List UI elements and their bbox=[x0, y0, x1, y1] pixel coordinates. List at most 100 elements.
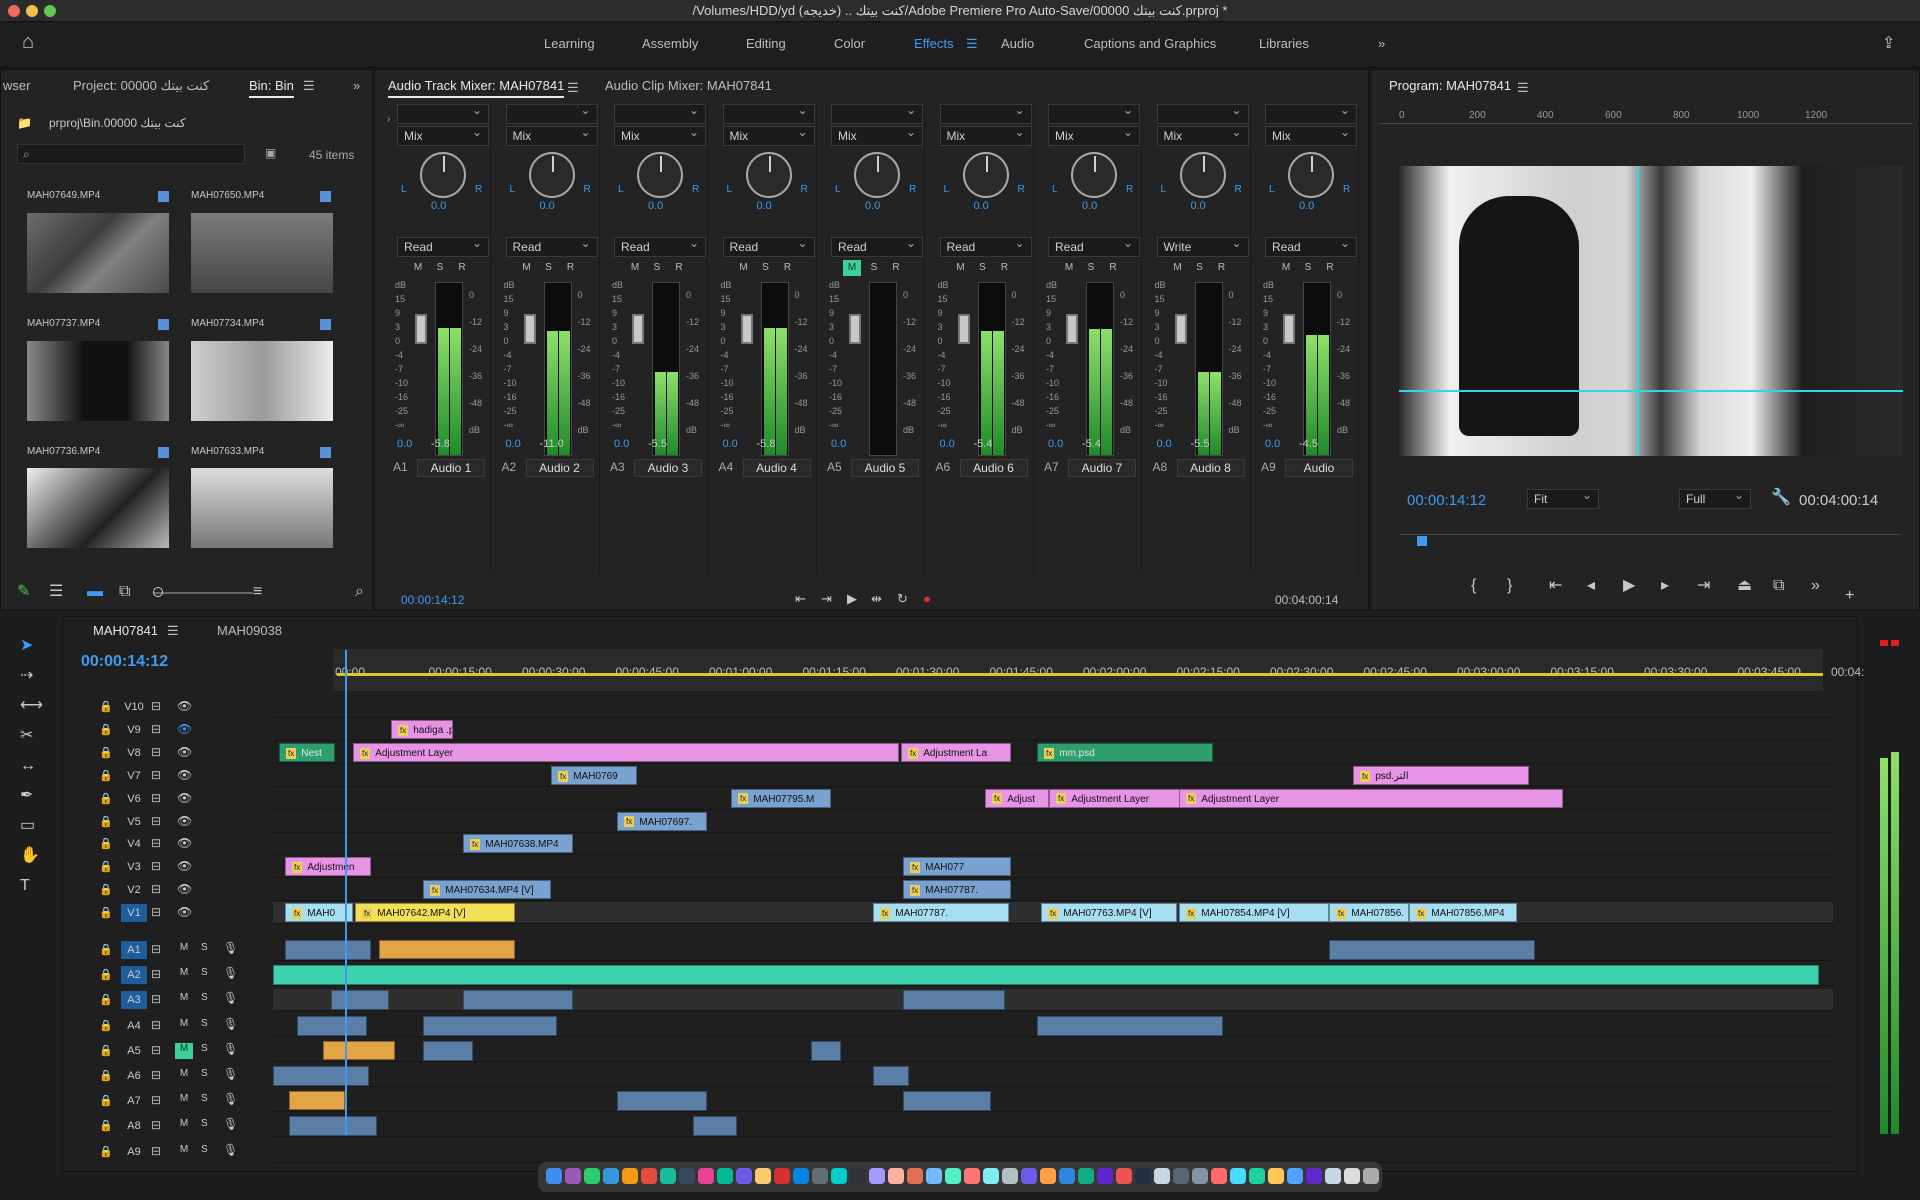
fit-dropdown[interactable]: Fit bbox=[1527, 488, 1599, 509]
solo-button[interactable]: S bbox=[201, 1093, 208, 1104]
solo-button[interactable]: S bbox=[201, 1118, 208, 1129]
loop-icon[interactable]: ↻ bbox=[897, 591, 908, 607]
mute-button[interactable]: M bbox=[518, 260, 536, 276]
solo-button[interactable]: S bbox=[1082, 260, 1100, 276]
pan-value[interactable]: 0.0 bbox=[1299, 200, 1314, 212]
timeline-timecode[interactable]: 00:00:14:12 bbox=[81, 653, 168, 671]
video-clip[interactable]: fx MAH0769 bbox=[551, 765, 637, 785]
mute-button[interactable]: M bbox=[175, 1118, 193, 1134]
tab-audio-track-mixer[interactable]: Audio Track Mixer: MAH07841 bbox=[388, 78, 565, 98]
solo-button[interactable]: S bbox=[201, 992, 208, 1003]
solo-button[interactable]: S bbox=[865, 260, 883, 276]
lock-icon[interactable]: 🔒 bbox=[99, 968, 113, 981]
eye-icon[interactable]: 👁 bbox=[177, 722, 192, 736]
panel-overflow-icon[interactable]: » bbox=[353, 78, 360, 93]
workspace-libraries[interactable]: Libraries bbox=[1259, 36, 1309, 51]
track-target[interactable]: A8 bbox=[121, 1117, 147, 1135]
pan-value[interactable]: 0.0 bbox=[757, 200, 772, 212]
microphone-icon[interactable]: 🎙 bbox=[223, 941, 238, 955]
track-output-icon[interactable]: ⊟ bbox=[151, 992, 161, 1006]
lock-icon[interactable]: 🔒 bbox=[99, 993, 113, 1006]
effect-slot-dropdown[interactable] bbox=[505, 103, 598, 124]
dock-app-icon[interactable] bbox=[812, 1168, 828, 1184]
automation-mode-dropdown[interactable]: Read bbox=[1048, 236, 1140, 257]
dock-app-icon[interactable] bbox=[831, 1168, 847, 1184]
clip-thumbnail[interactable] bbox=[191, 341, 333, 421]
solo-button[interactable]: S bbox=[431, 260, 449, 276]
slip-tool-icon[interactable]: ↔ bbox=[20, 758, 36, 774]
video-clip[interactable]: fx hadiga .p bbox=[391, 719, 453, 739]
video-clip[interactable]: fx MAH07697. bbox=[617, 811, 707, 831]
lock-icon[interactable]: 🔒 bbox=[99, 1069, 113, 1082]
volume-value[interactable]: 0.0 bbox=[614, 438, 629, 450]
dock-app-icon[interactable] bbox=[793, 1168, 809, 1184]
list-view-icon[interactable]: ☰ bbox=[49, 584, 63, 600]
dock-app-icon[interactable] bbox=[1135, 1168, 1151, 1184]
microphone-icon[interactable]: 🎙 bbox=[223, 1017, 238, 1031]
record-enable-button[interactable]: R bbox=[1321, 260, 1339, 276]
dock-app-icon[interactable] bbox=[1287, 1168, 1303, 1184]
search-input[interactable]: ⌕ bbox=[17, 144, 245, 164]
selection-tool-icon[interactable]: ➤ bbox=[20, 638, 33, 654]
dock-app-icon[interactable] bbox=[641, 1168, 657, 1184]
workspace-audio[interactable]: Audio bbox=[1001, 36, 1034, 51]
eye-icon[interactable]: 👁 bbox=[177, 745, 192, 759]
sync-lock-icon[interactable]: ⊟ bbox=[151, 791, 161, 805]
track-output-icon[interactable]: ⊟ bbox=[151, 1068, 161, 1082]
track-target[interactable]: A5 bbox=[121, 1042, 147, 1060]
volume-value[interactable]: 0.0 bbox=[1048, 438, 1063, 450]
eye-icon[interactable]: 👁 bbox=[177, 791, 192, 805]
dock-app-icon[interactable] bbox=[1211, 1168, 1227, 1184]
mute-button[interactable]: M bbox=[175, 1144, 193, 1160]
lock-icon[interactable]: 🔒 bbox=[99, 1019, 113, 1032]
dock-app-icon[interactable] bbox=[698, 1168, 714, 1184]
microphone-icon[interactable]: 🎙 bbox=[223, 1042, 238, 1056]
mute-button[interactable]: M bbox=[843, 260, 861, 276]
pan-value[interactable]: 0.0 bbox=[865, 200, 880, 212]
pan-value[interactable]: 0.0 bbox=[1082, 200, 1097, 212]
pan-knob[interactable] bbox=[637, 152, 683, 198]
volume-fader[interactable] bbox=[1283, 314, 1295, 344]
playhead[interactable] bbox=[345, 650, 347, 1135]
program-timecode[interactable]: 00:00:14:12 bbox=[1407, 492, 1486, 509]
mute-button[interactable]: M bbox=[626, 260, 644, 276]
volume-fader[interactable] bbox=[415, 314, 427, 344]
track-output-icon[interactable]: ⊟ bbox=[151, 1018, 161, 1032]
video-clip[interactable]: fx MAH07634.MP4 [V] bbox=[423, 880, 551, 900]
workspace-effects[interactable]: Effects bbox=[914, 36, 954, 51]
channel-name[interactable]: Audio 8 bbox=[1176, 459, 1245, 477]
pan-mode-dropdown[interactable]: Mix bbox=[505, 125, 598, 146]
track-target[interactable]: A2 bbox=[121, 966, 147, 985]
sync-lock-icon[interactable]: ⊟ bbox=[151, 905, 161, 919]
volume-fader[interactable] bbox=[632, 314, 644, 344]
audio-clip[interactable] bbox=[423, 1015, 557, 1036]
video-clip[interactable]: fx MAH07638.MP4 bbox=[463, 834, 573, 854]
solo-button[interactable]: S bbox=[201, 1144, 208, 1155]
pan-knob[interactable] bbox=[745, 152, 792, 198]
track-lane[interactable] bbox=[273, 764, 1833, 787]
lock-icon[interactable]: 🔒 bbox=[99, 700, 113, 713]
timeline-ruler[interactable]: 00:00 00:00:15:00 00:00:30:00 00:00:45:00 00… bbox=[333, 649, 1864, 691]
track-output-icon[interactable]: ⊟ bbox=[151, 942, 161, 956]
mute-button[interactable]: M bbox=[175, 942, 193, 958]
sync-lock-icon[interactable]: ⊟ bbox=[151, 722, 161, 736]
video-clip[interactable]: fx MAH07854.MP4 [V] bbox=[1179, 903, 1329, 923]
automation-mode-dropdown[interactable]: Read bbox=[505, 236, 598, 257]
track-target[interactable]: V6 bbox=[121, 790, 147, 808]
track-target[interactable]: A3 bbox=[121, 991, 147, 1010]
video-clip[interactable]: fx Adjust bbox=[985, 788, 1049, 808]
audio-clip[interactable] bbox=[379, 940, 515, 959]
lock-icon[interactable]: 🔒 bbox=[99, 943, 113, 956]
go-to-in-icon[interactable]: ⇤ bbox=[1549, 578, 1562, 594]
effect-slot-dropdown[interactable] bbox=[722, 103, 815, 124]
audio-clip[interactable] bbox=[285, 940, 371, 960]
track-output-icon[interactable]: ⊟ bbox=[151, 1144, 161, 1158]
dock-app-icon[interactable] bbox=[1078, 1168, 1094, 1184]
settings-wrench-icon[interactable]: 🔧 bbox=[1771, 490, 1791, 506]
mute-button[interactable]: M bbox=[175, 967, 193, 983]
mute-button[interactable]: M bbox=[735, 260, 753, 276]
automation-mode-dropdown[interactable]: Read bbox=[722, 236, 815, 257]
pen-tool-icon[interactable]: ✒ bbox=[20, 788, 33, 804]
volume-fader[interactable] bbox=[523, 314, 536, 344]
effect-slot-dropdown[interactable] bbox=[1265, 103, 1357, 124]
